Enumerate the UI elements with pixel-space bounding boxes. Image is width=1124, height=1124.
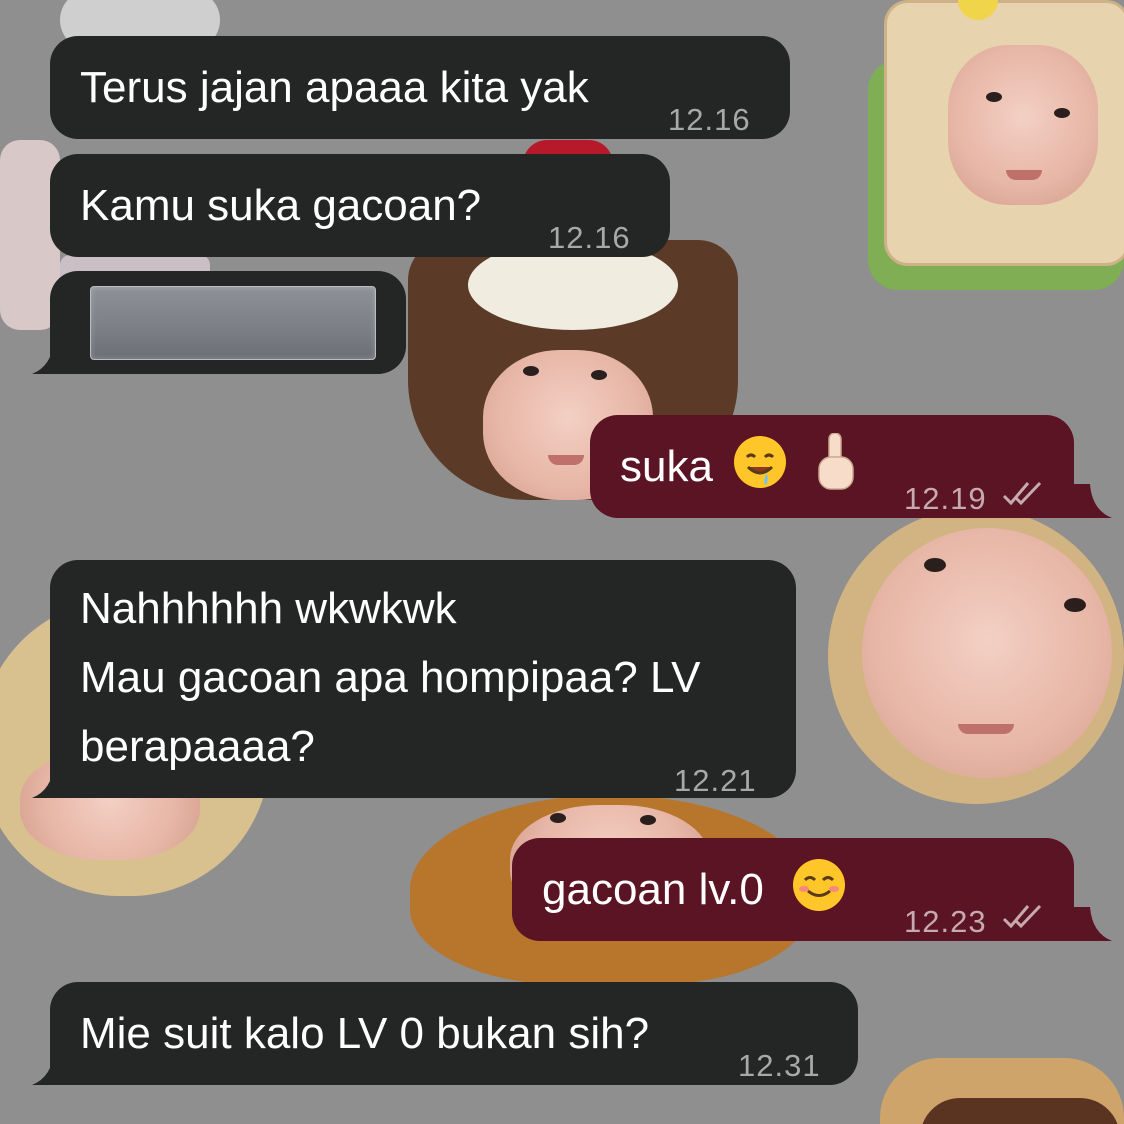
sticker-round-cookie (828, 508, 1124, 804)
message-timestamp: 12.21 (674, 763, 757, 798)
double-check-icon (1002, 886, 1044, 954)
bubble-tail-incoming (32, 1051, 70, 1085)
sticker-sandwich (868, 0, 1124, 290)
bubble-tail-incoming (32, 764, 70, 798)
message-bubble-incoming[interactable]: Nahhhhhh wkwkwk Mau gacoan apa hompipaa?… (50, 560, 796, 798)
bubble-tail-outgoing (1074, 907, 1112, 941)
redaction-overlay (90, 286, 376, 360)
message-timestamp: 12.23 (904, 904, 987, 939)
message-bubble-incoming[interactable]: Terus jajan apaaa kita yak 12.16 (50, 36, 790, 139)
message-bubble-incoming[interactable]: Mie suit kalo LV 0 bukan sih? 12.31 (50, 982, 858, 1085)
message-text: Kamu suka gacoan? (80, 181, 482, 230)
chat-view[interactable]: Terus jajan apaaa kita yak 12.16 Kamu su… (0, 0, 1124, 1124)
message-timestamp: 12.19 (904, 481, 987, 516)
message-text: gacoan lv.0 (542, 865, 764, 914)
message-bubble-outgoing[interactable]: gacoan lv.0 12.23 (512, 838, 1074, 941)
message-timestamp: 12.31 (738, 1048, 821, 1083)
index-pointing-up-icon (813, 432, 859, 491)
drooling-face-icon (733, 435, 787, 489)
message-text: Mie suit kalo LV 0 bukan sih? (80, 1009, 650, 1058)
message-text: Nahhhhhh wkwkwk Mau gacoan apa hompipaa?… (80, 584, 701, 771)
bubble-tail-outgoing (1074, 484, 1112, 518)
message-bubble-outgoing[interactable]: suka 12.19 (590, 415, 1074, 518)
message-text: suka (620, 442, 713, 491)
smiling-face-icon (792, 858, 846, 912)
message-timestamp: 12.16 (548, 220, 631, 255)
message-text: Terus jajan apaaa kita yak (80, 63, 589, 112)
message-bubble-incoming[interactable]: Kamu suka gacoan? 12.16 (50, 154, 670, 257)
double-check-icon (1002, 463, 1044, 531)
message-timestamp: 12.16 (668, 102, 751, 137)
sticker-bread-bottom-right (880, 1058, 1124, 1124)
bubble-tail-incoming (32, 340, 70, 374)
